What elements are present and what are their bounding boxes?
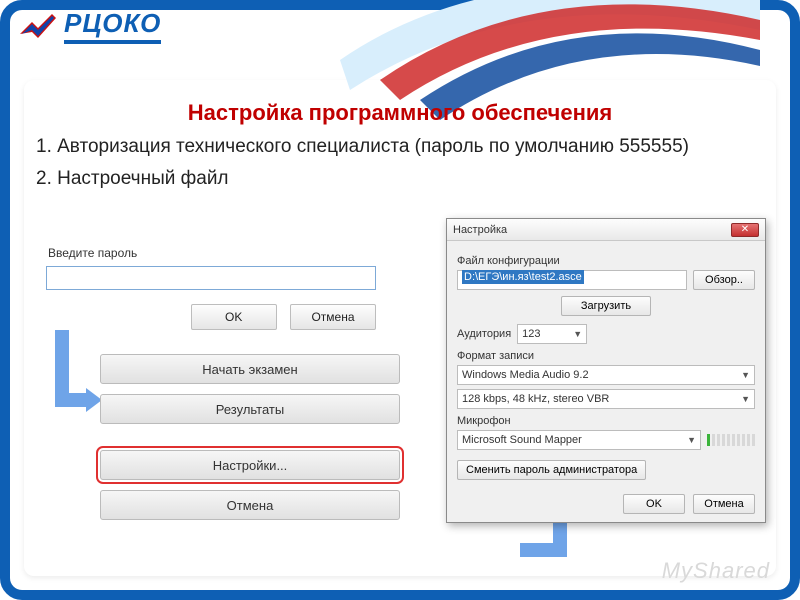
- auth-dialog: Введите пароль OK Отмена: [46, 242, 376, 330]
- arrow-down-icon: [42, 330, 102, 450]
- auth-ok-button[interactable]: OK: [191, 304, 277, 330]
- microphone-label: Микрофон: [457, 415, 755, 427]
- auditory-select[interactable]: 123 ▼: [517, 324, 587, 344]
- close-icon[interactable]: ✕: [731, 223, 759, 237]
- logo: РЦОКО: [18, 8, 161, 44]
- settings-window-title: Настройка: [453, 224, 507, 236]
- settings-dialog: Настройка ✕ Файл конфигурации D:\ЕГЭ\ин.…: [446, 218, 766, 523]
- mic-level-meter: [707, 434, 755, 446]
- auth-cancel-button[interactable]: Отмена: [290, 304, 376, 330]
- password-label: Введите пароль: [48, 246, 374, 260]
- codec-select[interactable]: Windows Media Audio 9.2 ▼: [457, 365, 755, 385]
- bitrate-select[interactable]: 128 kbps, 48 kHz, stereo VBR ▼: [457, 389, 755, 409]
- menu-cancel-button[interactable]: Отмена: [100, 490, 400, 520]
- logo-mark-icon: [18, 10, 58, 42]
- config-file-label: Файл конфигурации: [457, 255, 755, 267]
- settings-button[interactable]: Настройки...: [100, 450, 400, 480]
- load-button[interactable]: Загрузить: [561, 296, 651, 316]
- settings-ok-button[interactable]: OK: [623, 494, 685, 514]
- chevron-down-icon: ▼: [687, 435, 696, 445]
- auditory-label: Аудитория: [457, 328, 511, 340]
- chevron-down-icon: ▼: [741, 394, 750, 404]
- step-1-text: 1. Авторизация технического специалиста …: [36, 134, 764, 160]
- format-label: Формат записи: [457, 350, 755, 362]
- change-admin-password-button[interactable]: Сменить пароль администратора: [457, 460, 646, 480]
- step-2-text: 2. Настроечный файл: [36, 166, 764, 192]
- logo-text: РЦОКО: [64, 8, 161, 44]
- chevron-down-icon: ▼: [741, 370, 750, 380]
- watermark: MyShared: [662, 558, 770, 584]
- password-input[interactable]: [46, 266, 376, 290]
- browse-button[interactable]: Обзор..: [693, 270, 755, 290]
- results-button[interactable]: Результаты: [100, 394, 400, 424]
- microphone-select[interactable]: Microsoft Sound Mapper ▼: [457, 430, 701, 450]
- start-exam-button[interactable]: Начать экзамен: [100, 354, 400, 384]
- config-path-input[interactable]: D:\ЕГЭ\ин.яз\test2.asce: [457, 270, 687, 290]
- chevron-down-icon: ▼: [573, 329, 582, 339]
- page-title: Настройка программного обеспечения: [36, 100, 764, 126]
- main-menu: Начать экзамен Результаты Настройки... О…: [100, 354, 400, 520]
- settings-cancel-button[interactable]: Отмена: [693, 494, 755, 514]
